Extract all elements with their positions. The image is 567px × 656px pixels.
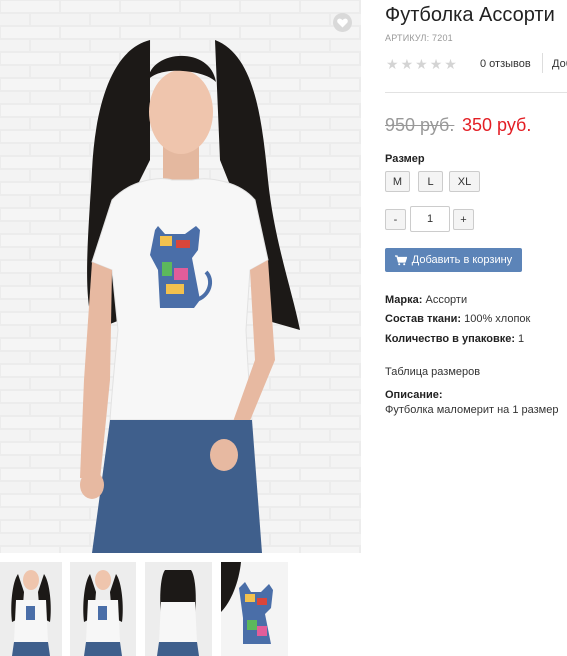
star-icon[interactable]: ★ xyxy=(386,57,399,71)
cart-icon xyxy=(394,254,407,265)
main-product-photo[interactable] xyxy=(0,0,361,553)
size-option-xl[interactable]: XL xyxy=(449,171,480,192)
product-title: Футболка Ассорти xyxy=(385,4,555,26)
size-option-m[interactable]: M xyxy=(385,171,410,192)
size-option-l[interactable]: L xyxy=(418,171,443,192)
spec-fabric-value: 100% хлопок xyxy=(461,313,531,325)
description-label: Описание: xyxy=(385,389,443,401)
spec-pack-value: 1 xyxy=(515,333,525,345)
add-review-link[interactable]: Доб xyxy=(552,58,567,70)
spec-fabric: Состав ткани: 100% хлопок xyxy=(385,313,530,325)
thumbnail-1[interactable] xyxy=(0,562,62,656)
wishlist-button[interactable] xyxy=(333,13,352,32)
add-to-cart-label: Добавить в корзину xyxy=(411,254,513,266)
divider xyxy=(385,92,567,93)
thumbnail-4-image xyxy=(221,562,288,656)
star-icon[interactable]: ★ xyxy=(415,57,428,71)
spec-brand-value: Ассорти xyxy=(422,294,468,306)
spec-pack-label: Количество в упаковке: xyxy=(385,333,515,345)
size-table-link[interactable]: Таблица размеров xyxy=(385,366,480,378)
thumbnail-2-image xyxy=(70,562,136,656)
description-text: Футболка маломерит на 1 размер xyxy=(385,404,559,416)
quantity-increase-button[interactable]: + xyxy=(453,209,474,230)
size-label: Размер xyxy=(385,153,425,165)
quantity-decrease-button[interactable]: - xyxy=(385,209,406,230)
star-icon[interactable]: ★ xyxy=(401,57,414,71)
thumbnail-1-image xyxy=(0,562,62,656)
divider xyxy=(542,53,543,73)
star-icon[interactable]: ★ xyxy=(444,57,457,71)
product-photo-illustration xyxy=(0,0,361,553)
spec-brand-label: Марка: xyxy=(385,294,423,306)
reviews-link[interactable]: 0 отзывов xyxy=(480,58,531,70)
spec-fabric-label: Состав ткани: xyxy=(385,313,462,325)
thumbnail-2[interactable] xyxy=(70,562,136,656)
add-to-cart-button[interactable]: Добавить в корзину xyxy=(385,248,522,272)
thumbnail-4[interactable] xyxy=(221,562,288,656)
product-sku: АРТИКУЛ: 7201 xyxy=(385,33,453,43)
spec-brand: Марка: Ассорти xyxy=(385,294,467,306)
star-icon[interactable]: ★ xyxy=(430,57,443,71)
heart-icon xyxy=(337,18,348,27)
spec-pack: Количество в упаковке: 1 xyxy=(385,333,524,345)
thumbnail-3[interactable] xyxy=(145,562,212,656)
old-price: 950 руб. xyxy=(385,115,455,135)
thumbnail-3-image xyxy=(145,562,212,656)
quantity-input[interactable] xyxy=(410,206,450,232)
rating-stars[interactable]: ★ ★ ★ ★ ★ xyxy=(386,57,457,71)
current-price: 350 руб. xyxy=(462,115,532,135)
